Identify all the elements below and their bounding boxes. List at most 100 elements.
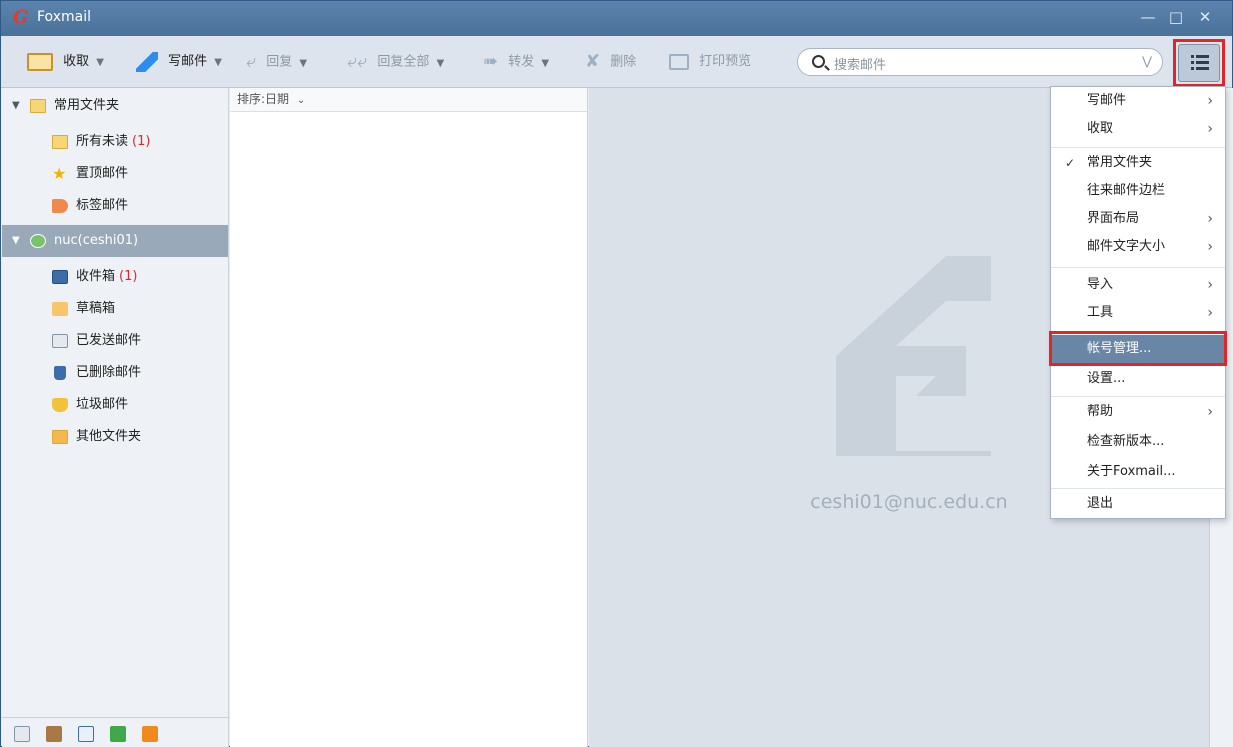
main-menu-dropdown: 写邮件 › 收取 › ✓ 常用文件夹 往来邮件边栏 界面布局 › 邮件文字大小 … [1050, 86, 1226, 519]
folder-icon [30, 99, 46, 113]
chevron-right-icon: › [1207, 211, 1213, 227]
search-placeholder: 搜索邮件 [834, 58, 887, 73]
menu-item-help[interactable]: 帮助 › [1051, 398, 1225, 426]
reply-all-label: 回复全部 [377, 54, 430, 70]
expand-arrow-icon[interactable]: ▼ [12, 90, 20, 122]
sidebar-item-label: 收件箱 (1) [76, 261, 137, 293]
sidebar-item-label: 已发送邮件 [76, 333, 142, 348]
sidebar-item-other[interactable]: 其他文件夹 [2, 421, 228, 453]
delete-button[interactable]: ✘ 删除 [585, 50, 636, 74]
chevron-down-icon[interactable]: ⋁ [1142, 54, 1152, 68]
chevron-right-icon: › [1207, 93, 1213, 109]
sidebar-item-deleted[interactable]: 已删除邮件 [2, 357, 228, 389]
chevron-down-icon: ⌄ [296, 95, 306, 106]
menu-item-font-size[interactable]: 邮件文字大小 › [1051, 233, 1225, 261]
sidebar-item-junk[interactable]: 垃圾邮件 [2, 389, 228, 421]
sidebar-item-label: 草稿箱 [76, 301, 116, 316]
title-bar: G Foxmail — □ ✕ [1, 1, 1232, 36]
expand-arrow-icon[interactable]: ▼ [12, 225, 20, 257]
menu-item-label: 往来邮件边栏 [1087, 183, 1166, 198]
menu-item-compose[interactable]: 写邮件 › [1051, 87, 1225, 115]
menu-item-label: 界面布局 [1087, 211, 1140, 226]
folder-icon [52, 430, 68, 444]
menu-item-about[interactable]: 关于Foxmail... [1051, 458, 1225, 486]
minimize-button[interactable]: — [1137, 7, 1159, 27]
chevron-down-icon[interactable]: ▼ [214, 57, 222, 68]
chevron-down-icon[interactable]: ▼ [299, 58, 307, 69]
sidebar-item-all-unread[interactable]: 所有未读 (1) [2, 126, 228, 158]
delete-label: 删除 [610, 54, 637, 70]
menu-item-layout[interactable]: 界面布局 › [1051, 205, 1225, 233]
tray-icon [27, 52, 53, 71]
compose-label: 写邮件 [168, 54, 208, 69]
maximize-button[interactable]: □ [1165, 7, 1187, 27]
menu-item-label: 关于Foxmail... [1087, 464, 1176, 479]
reply-all-button[interactable]: ⤶⤶ 回复全部 ▼ [347, 50, 444, 74]
sidebar-item-label: 标签邮件 [76, 198, 129, 213]
chevron-down-icon[interactable]: ▼ [541, 58, 549, 69]
folder-icon [52, 135, 68, 149]
chevron-down-icon[interactable]: ▼ [96, 57, 104, 68]
chevron-down-icon[interactable]: ▼ [436, 58, 444, 69]
reply-button[interactable]: ⤶ 回复 ▼ [246, 50, 307, 74]
menu-item-label: 退出 [1087, 496, 1114, 511]
sidebar-item-tagged[interactable]: 标签邮件 [2, 190, 228, 222]
menu-item-contacts-sidebar[interactable]: 往来邮件边栏 [1051, 177, 1225, 205]
sidebar-item-drafts[interactable]: 草稿箱 [2, 293, 228, 325]
receive-label: 收取 [63, 54, 90, 69]
chevron-right-icon: › [1207, 404, 1213, 420]
highlight-frame [1049, 331, 1227, 366]
foxmail-watermark-icon [836, 256, 991, 456]
chevron-right-icon: › [1207, 239, 1213, 255]
menu-item-label: 写邮件 [1087, 93, 1127, 108]
menu-item-import[interactable]: 导入 › [1051, 271, 1225, 299]
star-icon: ★ [52, 164, 67, 183]
menu-item-settings[interactable]: 设置... [1051, 365, 1225, 393]
forward-button[interactable]: ➠ 转发 ▼ [483, 50, 549, 74]
menu-item-receive[interactable]: 收取 › [1051, 115, 1225, 143]
menu-item-label: 检查新版本... [1087, 434, 1165, 449]
notes-icon[interactable] [110, 726, 126, 742]
menu-item-label: 帮助 [1087, 404, 1114, 419]
menu-item-check-update[interactable]: 检查新版本... [1051, 428, 1225, 456]
folder-sidebar: ▼ 常用文件夹 所有未读 (1) ★ 置顶邮件 标签邮件 ▼ nuc(ceshi0… [2, 88, 229, 747]
chevron-right-icon: › [1207, 121, 1213, 137]
printer-icon [669, 53, 689, 70]
sidebar-item-label: 已删除邮件 [76, 365, 142, 380]
tree-account[interactable]: ▼ nuc(ceshi01) [2, 225, 228, 257]
calendar-icon[interactable] [78, 726, 94, 742]
menu-separator [1051, 488, 1225, 489]
menu-separator [1051, 267, 1225, 268]
menu-item-label: 邮件文字大小 [1087, 239, 1166, 254]
menu-item-tools[interactable]: 工具 › [1051, 299, 1225, 327]
tree-common-folder[interactable]: ▼ 常用文件夹 [2, 90, 228, 122]
unread-count: (1) [132, 134, 151, 149]
menu-item-exit[interactable]: 退出 [1051, 490, 1225, 518]
contacts-icon[interactable] [46, 726, 62, 742]
reply-arrow-icon: ⤶ [246, 51, 257, 72]
menu-separator [1051, 147, 1225, 148]
mail-icon[interactable] [14, 726, 30, 742]
foxmail-logo-icon: G [13, 7, 29, 28]
mail-list: 排序:日期 ⌄ [230, 88, 588, 747]
print-preview-button[interactable]: 打印预览 [669, 50, 751, 74]
sidebar-item-pinned[interactable]: ★ 置顶邮件 [2, 158, 228, 190]
all-unread-label: 所有未读 [76, 134, 129, 149]
inbox-count: (1) [119, 269, 138, 284]
sidebar-item-inbox[interactable]: 收件箱 (1) [2, 261, 228, 293]
menu-item-label: 工具 [1087, 305, 1114, 320]
sort-dropdown[interactable]: 排序:日期 ⌄ [230, 88, 587, 112]
search-box[interactable]: 搜索邮件 ⋁ [797, 48, 1163, 76]
foxmail-window: G Foxmail — □ ✕ 收取 ▼ 写邮件 ▼ ⤶ 回复 ▼ ⤶⤶ 回复全… [0, 0, 1233, 747]
forward-arrow-icon: ➠ [483, 51, 499, 72]
close-button[interactable]: ✕ [1194, 7, 1216, 27]
sidebar-item-sent[interactable]: 已发送邮件 [2, 325, 228, 357]
delete-x-icon: ✘ [585, 51, 601, 72]
rss-icon[interactable] [142, 726, 158, 742]
search-icon [812, 55, 825, 68]
receive-button[interactable]: 收取 ▼ [27, 50, 104, 74]
highlight-frame [1173, 39, 1225, 87]
compose-button[interactable]: 写邮件 ▼ [136, 50, 222, 74]
menu-item-common-folder[interactable]: ✓ 常用文件夹 [1051, 149, 1225, 177]
tag-icon [52, 199, 68, 213]
